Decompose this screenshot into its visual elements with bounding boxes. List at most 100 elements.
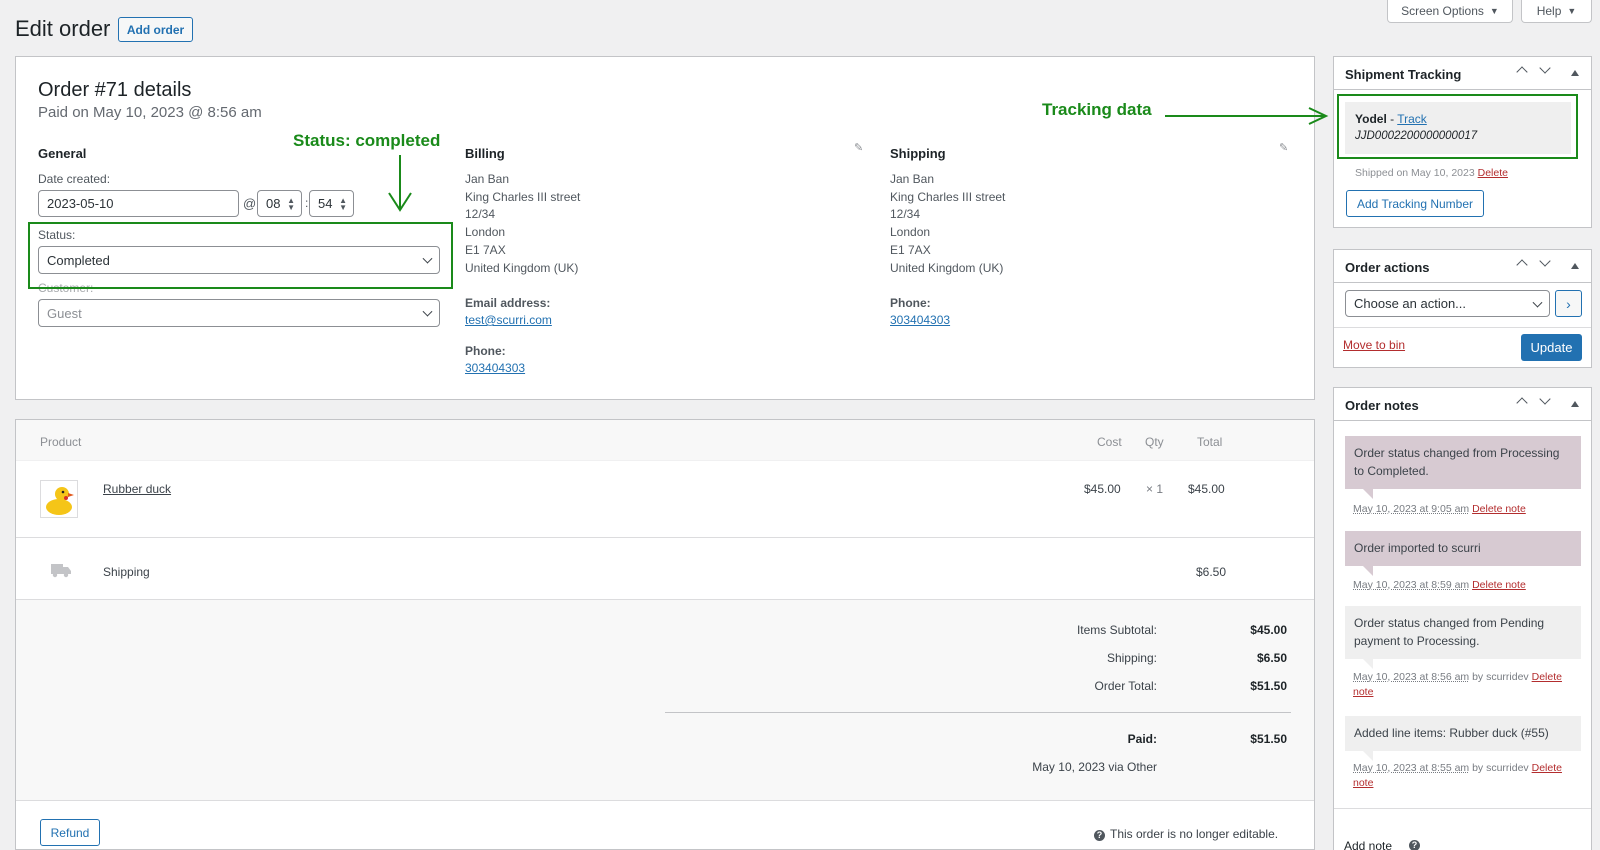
billing-address: Jan Ban King Charles III street 12/34 Lo… [465, 171, 580, 277]
totals-divider [665, 712, 1291, 713]
actions-box-header: Order actions [1334, 250, 1591, 283]
address-line: Jan Ban [465, 172, 510, 186]
hour-input[interactable]: 08 ▲ ▼ [257, 190, 302, 217]
address-line: London [465, 225, 506, 240]
divider [1334, 327, 1591, 328]
caret-down-icon: ▼ [1489, 6, 1499, 16]
address-line: King Charles III street [465, 189, 581, 204]
move-up-button[interactable] [1516, 257, 1528, 272]
note-meta: May 10, 2023 at 8:56 am by scurridev Del… [1353, 670, 1573, 700]
divider [16, 537, 1314, 538]
shipping-line-name: Shipping [103, 565, 150, 579]
down-arrow-icon [388, 155, 412, 212]
order-notes-box: Order notes Order status changed from Pr… [1333, 387, 1592, 850]
order-action-select[interactable]: Choose an action... [1345, 290, 1550, 317]
order-actions-box: Order actions Choose an action... › Move… [1333, 249, 1592, 368]
tracking-box-header: Shipment Tracking [1334, 57, 1591, 90]
address-line: E1 7AX [465, 242, 506, 257]
collapse-toggle-icon[interactable] [1571, 401, 1579, 407]
chevron-down-icon [1539, 62, 1551, 74]
pencil-icon[interactable]: ✎ [1279, 141, 1288, 154]
move-down-button[interactable] [1539, 393, 1551, 410]
shipping-line-total: $6.50 [1196, 565, 1227, 579]
tracking-box-title: Shipment Tracking [1345, 67, 1462, 82]
apply-action-button[interactable]: › [1555, 290, 1582, 317]
duck-thumbnail [40, 480, 78, 518]
hour-value: 08 [266, 196, 281, 211]
chevron-up-icon [1516, 259, 1528, 271]
minute-input[interactable]: 54 ▲ ▼ [309, 190, 354, 217]
divider [1334, 808, 1591, 809]
shipping-phone-link[interactable]: 303404303 [890, 313, 950, 327]
customer-value: Guest [47, 305, 82, 321]
address-line: United Kingdom (UK) [890, 260, 1004, 275]
order-total-value: $51.50 [1250, 679, 1287, 693]
chevron-down-icon [422, 306, 433, 317]
order-note: Added line items: Rubber duck (#55) [1345, 716, 1581, 751]
actions-box-title: Order actions [1345, 260, 1430, 275]
customer-select[interactable]: Guest [38, 299, 440, 327]
date-value: 2023-05-10 [47, 196, 114, 211]
help-icon[interactable]: ? [1409, 840, 1420, 850]
shipping-phone-label: Phone: [890, 296, 931, 310]
chevron-up-icon [1516, 66, 1528, 78]
billing-phone-link[interactable]: 303404303 [465, 361, 525, 375]
tracking-annotation: Tracking data [1042, 100, 1152, 119]
collapse-toggle-icon[interactable] [1571, 263, 1579, 269]
chevron-down-icon [1532, 297, 1543, 308]
note-meta: May 10, 2023 at 8:55 am by scurridev Del… [1353, 761, 1573, 791]
product-link[interactable]: Rubber duck [103, 482, 171, 496]
date-created-input[interactable]: 2023-05-10 [38, 190, 239, 217]
pencil-icon[interactable]: ✎ [854, 141, 863, 154]
order-note: Order status changed from Pending paymen… [1345, 606, 1581, 659]
subtotal-label: Items Subtotal: [1076, 623, 1157, 637]
address-line: 12/34 [465, 207, 496, 222]
collapse-toggle-icon[interactable] [1571, 70, 1579, 76]
update-button[interactable]: Update [1521, 334, 1582, 361]
add-order-button[interactable]: Add order [118, 17, 193, 42]
general-heading: General [38, 146, 87, 161]
note-tail [1363, 489, 1373, 499]
order-title: Order #71 details [38, 79, 192, 101]
move-down-button[interactable] [1539, 255, 1551, 272]
refund-button[interactable]: Refund [40, 819, 100, 846]
move-up-button[interactable] [1516, 395, 1528, 410]
move-down-button[interactable] [1539, 62, 1551, 79]
add-tracking-number-button[interactable]: Add Tracking Number [1346, 190, 1484, 217]
note-author: by scurridev [1472, 671, 1529, 683]
status-highlight-box [28, 222, 453, 289]
note-meta: May 10, 2023 at 8:59 am Delete note [1353, 578, 1573, 593]
note-text: Order status changed from Pending paymen… [1354, 616, 1545, 648]
note-text: Added line items: Rubber duck (#55) [1354, 726, 1549, 740]
help-button[interactable]: Help ▼ [1521, 0, 1592, 23]
not-editable-notice: This order is no longer editable. [1110, 827, 1279, 841]
right-arrow-icon [1165, 107, 1329, 125]
billing-heading: Billing [465, 146, 505, 161]
note-date: May 10, 2023 at 9:05 am [1353, 503, 1470, 515]
at-label: @ [243, 196, 257, 211]
delete-note-link[interactable]: Delete note [1472, 579, 1526, 591]
move-up-button[interactable] [1516, 64, 1528, 79]
cost-column-header: Cost [1097, 435, 1122, 449]
minute-value: 54 [318, 196, 333, 211]
delete-note-link[interactable]: Delete note [1472, 503, 1526, 515]
divider [16, 800, 1314, 801]
tracking-highlight-box [1337, 94, 1578, 159]
help-label: Help [1536, 4, 1562, 18]
chevron-right-icon: › [1566, 295, 1571, 312]
duck-icon [46, 487, 74, 515]
order-items-box: Product Cost Qty Total Rubber duck $45.0… [15, 419, 1315, 850]
email-label: Email address: [465, 296, 551, 310]
move-to-bin-link[interactable]: Move to bin [1343, 338, 1405, 352]
caret-down-icon: ▼ [1567, 6, 1577, 16]
order-total-label: Order Total: [1094, 679, 1157, 693]
billing-email-link[interactable]: test@scurri.com [465, 313, 552, 327]
qty-column-header: Qty [1145, 435, 1164, 449]
product-column-header: Product [40, 435, 82, 449]
delete-tracking-link[interactable]: Delete [1478, 167, 1508, 179]
note-meta: May 10, 2023 at 9:05 am Delete note [1353, 502, 1573, 517]
page-title: Edit order [15, 16, 111, 41]
total-column-header: Total [1197, 435, 1223, 449]
notes-box-title: Order notes [1345, 398, 1419, 413]
screen-options-button[interactable]: Screen Options ▼ [1387, 0, 1513, 23]
